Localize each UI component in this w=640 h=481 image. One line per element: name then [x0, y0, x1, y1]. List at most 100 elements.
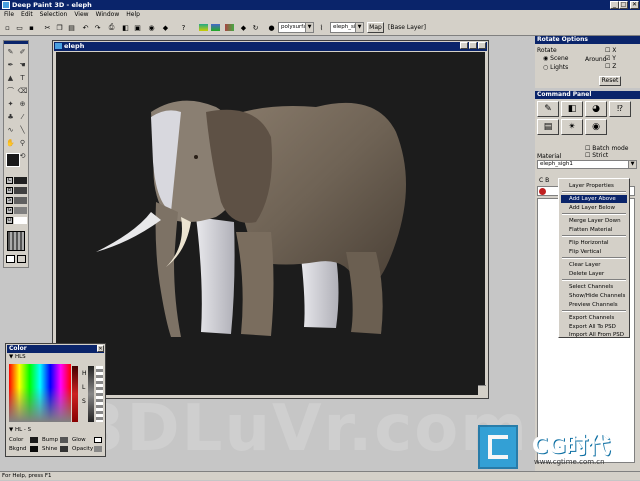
text-icon[interactable]: T: [17, 72, 28, 83]
color-spectrum-picker[interactable]: [9, 364, 71, 422]
axis-y-checkbox[interactable]: ☑ Y: [605, 55, 616, 62]
batch-mode-checkbox[interactable]: ☐ Batch mode: [585, 145, 628, 152]
channel-o-icon[interactable]: O: [6, 217, 13, 224]
layers-tool-icon[interactable]: ⁉: [609, 101, 631, 117]
menu-select-channels[interactable]: Select Channels: [561, 283, 627, 291]
hand-icon[interactable]: ☚: [17, 59, 28, 70]
color-swatch[interactable]: [30, 437, 38, 443]
sphere-icon[interactable]: ●: [266, 22, 277, 33]
channel-c-icon[interactable]: C: [6, 177, 13, 184]
value-slider[interactable]: [88, 366, 94, 422]
airbrush-icon[interactable]: ✐: [17, 46, 28, 57]
maximize-button[interactable]: □: [619, 1, 628, 9]
menu-selection[interactable]: Selection: [40, 10, 68, 19]
color-mode2-label[interactable]: ▼ HL - S: [9, 427, 31, 433]
opacity-slider[interactable]: [96, 366, 103, 422]
menu-window[interactable]: Window: [96, 10, 120, 19]
object-select[interactable]: polysurfac ▼: [278, 22, 314, 33]
line-icon[interactable]: ╲: [17, 124, 28, 135]
print-icon[interactable]: ⎙: [106, 22, 117, 33]
cut-icon[interactable]: ✂: [42, 22, 53, 33]
stack-tool-icon[interactable]: ▤: [537, 119, 559, 135]
pan-icon[interactable]: ✋: [5, 137, 16, 148]
bkgnd-swatch[interactable]: [30, 446, 38, 452]
texture-icon[interactable]: [224, 22, 235, 33]
foreground-color-swatch[interactable]: [6, 153, 20, 167]
material-tool-icon[interactable]: ◧: [561, 101, 583, 117]
magic-wand-icon[interactable]: ✦: [5, 98, 16, 109]
sphere-tool-icon[interactable]: ◉: [585, 119, 607, 135]
lasso-icon[interactable]: ⌒: [5, 85, 16, 96]
doc-minimize-button[interactable]: [460, 42, 468, 49]
paint-tool-icon[interactable]: ✎: [537, 101, 559, 117]
projection-tool-icon[interactable]: ◕: [585, 101, 607, 117]
smudge-icon[interactable]: ∿: [5, 124, 16, 135]
rotate-options-title[interactable]: Rotate Options: [535, 36, 640, 44]
move-icon[interactable]: ◆: [238, 22, 249, 33]
menu-delete-layer[interactable]: Delete Layer: [561, 270, 627, 278]
channel-s-icon[interactable]: S: [6, 197, 13, 204]
doc-maximize-button[interactable]: [469, 42, 477, 49]
close-button[interactable]: ✕: [630, 1, 639, 9]
command-panel-title[interactable]: Command Panel: [535, 91, 640, 99]
mapping-icon[interactable]: ⌇: [316, 22, 327, 33]
mask-mode-icon[interactable]: [6, 255, 15, 263]
effects-tool-icon[interactable]: ✴: [561, 119, 583, 135]
open-file-icon[interactable]: ▭: [14, 22, 25, 33]
undo-icon[interactable]: ↶: [80, 22, 91, 33]
menu-add-layer-below[interactable]: Add Layer Below: [561, 204, 627, 212]
menu-export-channels[interactable]: Export Channels: [561, 314, 627, 322]
gradient-icon[interactable]: [198, 22, 209, 33]
axis-z-checkbox[interactable]: ☐ Z: [605, 63, 616, 70]
menu-file[interactable]: File: [4, 10, 14, 19]
menu-merge-layer-down[interactable]: Merge Layer Down: [561, 217, 627, 225]
rotate-icon[interactable]: ↻: [250, 22, 261, 33]
menu-import-all-from-psd[interactable]: Import All From PSD: [561, 332, 627, 338]
menu-preview-channels[interactable]: Preview Channels: [561, 301, 627, 309]
minimize-button[interactable]: _: [610, 1, 619, 9]
menu-help[interactable]: Help: [126, 10, 140, 19]
stamp-icon[interactable]: ♣: [5, 111, 16, 122]
camera-icon[interactable]: ◉: [146, 22, 157, 33]
menu-clear-layer[interactable]: Clear Layer: [561, 261, 627, 269]
lights-radio[interactable]: ○ Lights: [543, 64, 568, 71]
menu-export-all-to-psd[interactable]: Export All To PSD: [561, 323, 627, 331]
map-button[interactable]: Map: [367, 22, 384, 33]
brush-icon[interactable]: ✎: [5, 46, 16, 57]
layer-icon[interactable]: ◧: [120, 22, 131, 33]
brush-preview[interactable]: [7, 231, 25, 251]
axis-x-checkbox[interactable]: ☐ X: [605, 47, 616, 54]
copy-icon[interactable]: ❐: [54, 22, 65, 33]
menu-view[interactable]: View: [74, 10, 88, 19]
eraser-icon[interactable]: ⌫: [17, 85, 28, 96]
menu-layer-properties[interactable]: Layer Properties: [561, 182, 627, 190]
hue-slider[interactable]: [72, 366, 78, 422]
view-icon[interactable]: ▣: [132, 22, 143, 33]
paint-icon[interactable]: [210, 22, 221, 33]
render-icon[interactable]: ◆: [160, 22, 171, 33]
new-file-icon[interactable]: ▫: [2, 22, 13, 33]
layer-visibility-icon[interactable]: [539, 188, 546, 195]
menu-flatten-material[interactable]: Flatten Material: [561, 226, 627, 234]
shine-swatch[interactable]: [60, 446, 68, 452]
toolbox-grip[interactable]: [4, 41, 28, 44]
strict-checkbox[interactable]: ☐ Strict: [585, 152, 608, 159]
material-select[interactable]: eleph_sigh1 ▼: [537, 160, 637, 169]
color-mode-label[interactable]: ▼ HLS: [9, 354, 26, 360]
channel-b-icon[interactable]: B: [6, 187, 13, 194]
glow-swatch[interactable]: [94, 437, 102, 443]
paint-canvas[interactable]: [56, 52, 485, 395]
menu-flip-horizontal[interactable]: Flip Horizontal: [561, 239, 627, 247]
scene-radio[interactable]: ◉ Scene: [543, 55, 568, 62]
menu-edit[interactable]: Edit: [21, 10, 33, 19]
view-mode-icon[interactable]: [17, 255, 26, 263]
save-icon[interactable]: ▪: [26, 22, 37, 33]
fill-icon[interactable]: ▲: [5, 72, 16, 83]
color-panel-close-button[interactable]: ✕: [97, 345, 104, 352]
texture-select[interactable]: eleph_sigh ▼: [330, 22, 364, 33]
magnify-icon[interactable]: ⚲: [17, 137, 28, 148]
pen-icon[interactable]: ✒: [5, 59, 16, 70]
menu-show-hide-channels[interactable]: Show/Hide Channels: [561, 292, 627, 300]
reset-button[interactable]: Reset: [599, 76, 621, 86]
bump-swatch[interactable]: [60, 437, 68, 443]
